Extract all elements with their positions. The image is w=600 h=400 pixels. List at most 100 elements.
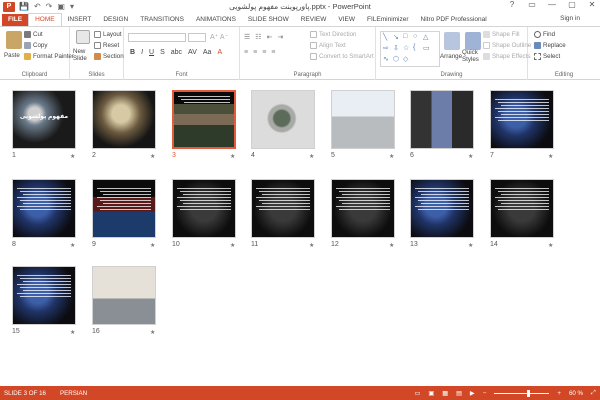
close-button[interactable]: ✕ — [586, 0, 598, 9]
tab-insert[interactable]: INSERT — [62, 14, 98, 26]
font-color-button[interactable]: A — [217, 49, 222, 56]
right-arrow-shape-icon[interactable]: ⇨ — [383, 44, 389, 52]
slide-transition-icon[interactable]: ★ — [548, 153, 553, 160]
down-arrow-shape-icon[interactable]: ⇩ — [393, 44, 399, 52]
shape-effects-button[interactable]: Shape Effects — [483, 53, 530, 60]
change-case-button[interactable]: Aa — [203, 49, 212, 56]
slide-thumbnail-9[interactable] — [92, 179, 156, 238]
shapes-gallery[interactable]: ╲ ↘ □ ○ △ ⇨ ⇩ ☆ { ▭ ∿ ⬡ ◇ — [380, 31, 440, 67]
redo-icon[interactable]: ↷ — [46, 2, 53, 11]
ribbon-display-options-button[interactable]: ▭ — [526, 0, 538, 9]
diamond-shape-icon[interactable]: ◇ — [403, 55, 408, 63]
align-center-icon[interactable]: ≡ — [253, 49, 257, 56]
powerpoint-app-icon[interactable]: P — [3, 1, 15, 12]
callout-shape-icon[interactable]: ▭ — [423, 44, 430, 52]
char-spacing-button[interactable]: AV — [188, 49, 197, 56]
copy-button[interactable]: Copy — [24, 42, 47, 49]
select-button[interactable]: Select — [534, 53, 560, 60]
arrange-icon[interactable] — [444, 32, 460, 50]
paste-button[interactable]: Paste — [4, 52, 20, 59]
bullets-icon[interactable]: ☰ — [244, 33, 250, 41]
align-right-icon[interactable]: ≡ — [262, 49, 266, 56]
slide-transition-icon[interactable]: ★ — [150, 242, 155, 249]
normal-view-icon[interactable]: ▣ — [428, 390, 434, 397]
slideshow-view-icon[interactable]: ▶ — [470, 390, 475, 397]
arrange-button[interactable]: Arrange — [440, 53, 462, 60]
brace-shape-icon[interactable]: { — [413, 44, 415, 51]
tab-file[interactable]: FILE — [2, 14, 29, 26]
tab-home[interactable]: HOME — [28, 13, 62, 26]
tab-design[interactable]: DESIGN — [97, 14, 134, 26]
tab-nitro-pdf[interactable]: Nitro PDF Professional — [415, 14, 493, 26]
quick-styles-icon[interactable] — [465, 32, 481, 50]
tab-transitions[interactable]: TRANSITIONS — [134, 14, 190, 26]
justify-icon[interactable]: ≡ — [271, 49, 275, 56]
section-button[interactable]: Section — [94, 53, 124, 60]
slide-transition-icon[interactable]: ★ — [548, 242, 553, 249]
triangle-shape-icon[interactable]: △ — [423, 33, 428, 41]
slide-thumbnail-16[interactable] — [92, 266, 156, 325]
slide-sorter-view-icon[interactable]: ▦ — [442, 390, 448, 397]
slide-thumbnail-13[interactable] — [410, 179, 474, 238]
slide-thumbnail-8[interactable] — [12, 179, 76, 238]
tab-review[interactable]: REVIEW — [295, 14, 333, 26]
font-size-box[interactable] — [188, 33, 206, 42]
help-button[interactable]: ? — [506, 0, 518, 9]
slide-transition-icon[interactable]: ★ — [389, 242, 394, 249]
slide-thumbnail-10[interactable] — [172, 179, 236, 238]
numbering-icon[interactable]: ☷ — [255, 33, 261, 41]
slide-thumbnail-4[interactable] — [251, 90, 315, 149]
reset-button[interactable]: Reset — [94, 42, 119, 49]
oval-shape-icon[interactable]: ○ — [413, 33, 417, 40]
zoom-level[interactable]: 60 % — [569, 390, 583, 397]
slide-transition-icon[interactable]: ★ — [389, 153, 394, 160]
slide-transition-icon[interactable]: ★ — [230, 153, 235, 160]
zoom-out-icon[interactable]: − — [483, 390, 487, 397]
quick-styles-button[interactable]: Quick Styles — [462, 49, 484, 63]
zoom-slider-thumb[interactable] — [527, 389, 531, 397]
tab-animations[interactable]: ANIMATIONS — [190, 14, 242, 26]
tab-fileminimizer[interactable]: FILEminimizer — [361, 14, 415, 26]
rectangle-shape-icon[interactable]: □ — [403, 33, 407, 40]
replace-button[interactable]: Replace — [534, 42, 566, 49]
shape-outline-button[interactable]: Shape Outline — [483, 42, 531, 49]
slide-transition-icon[interactable]: ★ — [70, 329, 75, 336]
text-direction-button[interactable]: Text Direction — [310, 31, 356, 38]
slide-transition-icon[interactable]: ★ — [150, 329, 155, 336]
line-shape-icon[interactable]: ╲ — [383, 33, 387, 41]
start-slideshow-icon[interactable]: ▣ — [57, 2, 65, 11]
curve-shape-icon[interactable]: ∿ — [383, 55, 389, 63]
slide-thumbnail-12[interactable] — [331, 179, 395, 238]
new-slide-icon[interactable] — [76, 30, 90, 44]
cut-button[interactable]: Cut — [24, 31, 43, 38]
slide-thumbnail-6[interactable] — [410, 90, 474, 149]
underline-button[interactable]: U — [149, 49, 154, 56]
slide-thumbnail-15[interactable] — [12, 266, 76, 325]
slide-thumbnail-3[interactable] — [172, 90, 236, 149]
minimize-button[interactable]: — — [546, 0, 558, 9]
slide-thumbnail-5[interactable] — [331, 90, 395, 149]
slide-transition-icon[interactable]: ★ — [309, 153, 314, 160]
undo-icon[interactable]: ↶ — [34, 2, 41, 11]
star-shape-icon[interactable]: ☆ — [403, 44, 409, 52]
find-button[interactable]: Find — [534, 31, 555, 38]
save-icon[interactable]: 💾 — [19, 2, 29, 11]
tab-slide-show[interactable]: SLIDE SHOW — [242, 14, 295, 26]
convert-smartart-button[interactable]: Convert to SmartArt — [310, 53, 374, 60]
slide-thumbnail-14[interactable] — [490, 179, 554, 238]
slide-indicator[interactable]: SLIDE 3 OF 16 — [4, 390, 46, 397]
slide-thumbnail-1[interactable]: مفهوم پولشویی — [12, 90, 76, 149]
slide-thumbnail-7[interactable] — [490, 90, 554, 149]
font-name-box[interactable] — [128, 33, 186, 42]
slide-transition-icon[interactable]: ★ — [230, 242, 235, 249]
customize-qat-icon[interactable]: ▾ — [70, 2, 74, 11]
slide-thumbnail-11[interactable] — [251, 179, 315, 238]
text-shadow-button[interactable]: abc — [171, 49, 182, 56]
outdent-icon[interactable]: ⇥ — [277, 33, 283, 41]
arrow-shape-icon[interactable]: ↘ — [393, 33, 399, 41]
bold-button[interactable]: B — [130, 49, 135, 56]
slide-transition-icon[interactable]: ★ — [468, 242, 473, 249]
align-left-icon[interactable]: ≡ — [244, 49, 248, 56]
format-painter-button[interactable]: Format Painter — [24, 53, 74, 60]
zoom-slider[interactable] — [494, 389, 550, 397]
